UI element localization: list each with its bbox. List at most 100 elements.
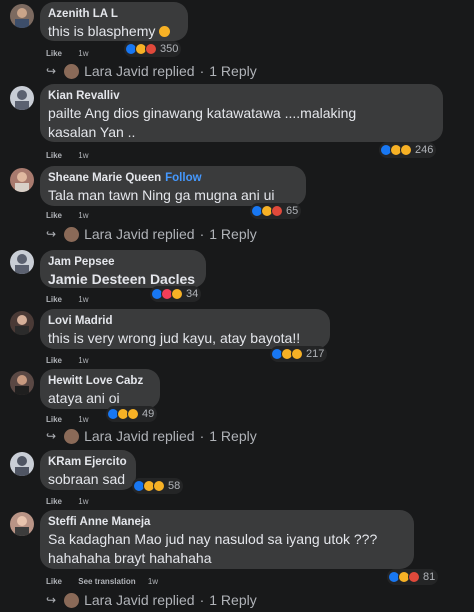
sad-reaction-icon (291, 348, 303, 360)
reaction-summary[interactable]: 246 (379, 142, 437, 158)
avatar[interactable] (10, 311, 34, 335)
reply-author: Lara Javid (84, 428, 149, 444)
comment-bubble: Azenith LA L this is blasphemy (40, 2, 188, 41)
reply-count: 1 Reply (209, 428, 257, 444)
reply-verb: replied (152, 428, 195, 444)
reply-verb: replied (152, 226, 195, 242)
timestamp[interactable]: 1w (78, 356, 88, 365)
comment-thread: Azenith LA L this is blasphemy 350 Like … (0, 0, 474, 612)
reply-verb: replied (152, 63, 195, 79)
avatar[interactable] (10, 452, 34, 476)
reply-count: 1 Reply (209, 63, 257, 79)
reply-arrow-icon: ↪ (46, 593, 57, 607)
avatar[interactable] (10, 168, 34, 192)
timestamp[interactable]: 1w (78, 497, 88, 506)
avatar (64, 592, 80, 608)
angry-reaction-icon (408, 571, 420, 583)
reaction-count: 58 (168, 480, 181, 492)
commenter-name[interactable]: Kian Revalliv (48, 89, 433, 104)
avatar[interactable] (10, 512, 34, 536)
reaction-summary[interactable]: 217 (270, 346, 328, 362)
commenter-name[interactable]: Sheane Marie Queen Follow (48, 171, 296, 186)
reaction-summary[interactable]: 49 (106, 406, 158, 422)
avatar[interactable] (10, 371, 34, 395)
comment-actions: Like 1w (46, 151, 88, 160)
angry-reaction-icon (271, 205, 283, 217)
comment-bubble: Jam Pepsee Jamie Desteen Dacles (40, 250, 206, 288)
like-button[interactable]: Like (46, 415, 62, 424)
reaction-summary[interactable]: 65 (250, 203, 302, 219)
comment-text-line: pailte Ang dios ginawang katawatawa ....… (48, 105, 357, 121)
comment-actions: Like 1w (46, 356, 88, 365)
comment-bubble: Sheane Marie Queen Follow Tala man tawn N… (40, 166, 306, 206)
avatar[interactable] (10, 4, 34, 28)
angry-reaction-icon (145, 43, 157, 55)
reaction-summary[interactable]: 350 (124, 41, 182, 57)
reaction-count: 217 (306, 348, 325, 360)
like-button[interactable]: Like (46, 356, 62, 365)
reaction-count: 81 (423, 571, 436, 583)
like-button[interactable]: Like (46, 49, 62, 58)
comment-bubble: KRam Ejercito sobraan sad (40, 450, 136, 490)
reply-count: 1 Reply (209, 226, 257, 242)
avatar (64, 428, 80, 444)
comment-actions: Like 1w (46, 49, 88, 58)
avatar (64, 226, 80, 242)
reaction-count: 49 (142, 408, 155, 420)
reply-author: Lara Javid (84, 226, 149, 242)
reaction-summary[interactable]: 34 (150, 286, 202, 302)
follow-button[interactable]: Follow (165, 172, 201, 184)
timestamp[interactable]: 1w (78, 49, 88, 58)
comment-bubble: Kian Revalliv pailte Ang dios ginawang k… (40, 84, 443, 142)
comment-bubble: Steffi Anne Maneja Sa kadaghan Mao jud n… (40, 510, 414, 569)
comment-text-line: hahahaha brayt hahahaha (48, 550, 212, 566)
reaction-summary[interactable]: 81 (387, 569, 439, 585)
commenter-name[interactable]: Steffi Anne Maneja (48, 515, 404, 530)
comment-bubble: Hewitt Love Cabz ataya ani oi (40, 369, 160, 409)
commenter-name[interactable]: Azenith LA L (48, 7, 178, 22)
like-button[interactable]: Like (46, 151, 62, 160)
reaction-count: 34 (186, 288, 199, 300)
like-button[interactable]: Like (46, 295, 62, 304)
reply-author: Lara Javid (84, 63, 149, 79)
timestamp[interactable]: 1w (78, 295, 88, 304)
commenter-name[interactable]: Hewitt Love Cabz (48, 374, 150, 389)
view-replies-link[interactable]: ↪ Lara Javid replied · 1 Reply (46, 427, 257, 445)
commenter-name[interactable]: Lovi Madrid (48, 314, 320, 329)
commenter-name[interactable]: KRam Ejercito (48, 455, 127, 470)
avatar[interactable] (10, 250, 34, 274)
view-replies-link[interactable]: ↪ Lara Javid replied · 1 Reply (46, 62, 257, 80)
reply-author: Lara Javid (84, 592, 149, 608)
comment-text: sobraan sad (48, 471, 126, 487)
reaction-count: 246 (415, 144, 434, 156)
comment-text-line: kasalan Yan .. (48, 124, 136, 140)
view-replies-link[interactable]: ↪ Lara Javid replied · 1 Reply (46, 591, 257, 609)
avatar (64, 63, 80, 79)
like-button[interactable]: Like (46, 577, 62, 586)
sad-reaction-icon (400, 144, 412, 156)
comment-actions: Like 1w (46, 211, 88, 220)
reaction-count: 350 (160, 43, 179, 55)
reply-count: 1 Reply (209, 592, 257, 608)
avatar[interactable] (10, 86, 34, 110)
see-translation-link[interactable]: See translation (78, 577, 135, 586)
haha-reaction-icon (171, 288, 183, 300)
view-replies-link[interactable]: ↪ Lara Javid replied · 1 Reply (46, 225, 257, 243)
reaction-summary[interactable]: 58 (132, 478, 184, 494)
like-button[interactable]: Like (46, 497, 62, 506)
timestamp[interactable]: 1w (78, 415, 88, 424)
sad-reaction-icon (153, 480, 165, 492)
comment-actions: Like 1w (46, 415, 88, 424)
commenter-name[interactable]: Jam Pepsee (48, 255, 196, 270)
comment-bubble: Lovi Madrid this is very wrong jud kayu,… (40, 309, 330, 349)
reply-arrow-icon: ↪ (46, 64, 57, 78)
timestamp[interactable]: 1w (78, 211, 88, 220)
timestamp[interactable]: 1w (148, 577, 158, 586)
timestamp[interactable]: 1w (78, 151, 88, 160)
comment-text: this is blasphemy (48, 22, 178, 41)
like-button[interactable]: Like (46, 211, 62, 220)
comment-text-line: Sa kadaghan Mao jud nay nasulod sa iyang… (48, 531, 378, 547)
reply-verb: replied (152, 592, 195, 608)
reply-arrow-icon: ↪ (46, 227, 57, 241)
comment-actions: Like 1w (46, 295, 88, 304)
